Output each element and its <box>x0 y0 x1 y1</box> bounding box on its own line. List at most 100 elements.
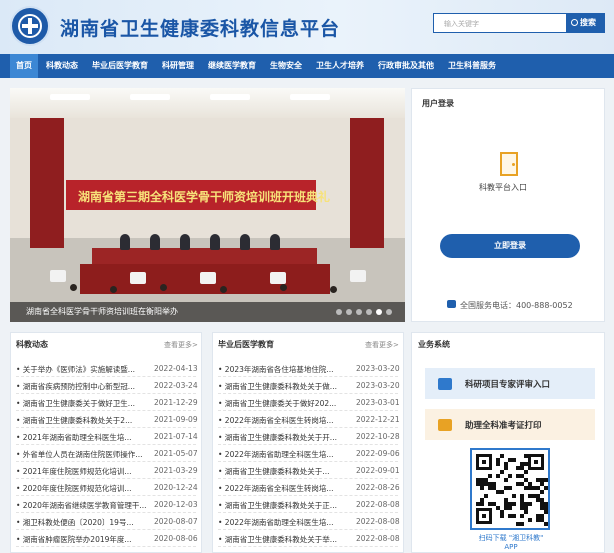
site-logo[interactable] <box>10 6 50 46</box>
portal-label[interactable]: 科教平台入口 <box>479 182 527 193</box>
list-item-date: 2022-09-01 <box>356 466 400 475</box>
list-item[interactable]: • 2021年度住院医师规范化培训... 2021-03-29 <box>16 462 198 479</box>
slide-person <box>120 234 130 250</box>
list-item[interactable]: • 湖南省卫生健康委科教处关于... 2022-09-01 <box>218 462 400 479</box>
list-item-title[interactable]: • 湖南省卫生健康委科教处关于做... <box>218 381 352 392</box>
nav-item-approval[interactable]: 行政审批及其他 <box>378 54 434 78</box>
search-input[interactable]: 输入关键字 <box>433 13 567 33</box>
qr-module <box>512 458 516 462</box>
list-item[interactable]: • 2023年湖南省各住培基地住院... 2023-03-20 <box>218 360 400 377</box>
qr-module <box>504 466 508 470</box>
slide-pillar <box>30 118 64 248</box>
list-item[interactable]: • 2022年湖南省助理全科医生培... 2022-09-06 <box>218 445 400 462</box>
list-item-date: 2022-04-13 <box>154 364 198 373</box>
list-item-title[interactable]: • 2022年湖南省助理全科医生培... <box>218 517 352 528</box>
list-item-title[interactable]: • 2021年度住院医师规范化培训... <box>16 466 150 477</box>
nav-item-news[interactable]: 科教动态 <box>46 54 78 78</box>
nav-item-continuing-education[interactable]: 继续医学教育 <box>208 54 256 78</box>
nav-item-home[interactable]: 首页 <box>10 54 38 78</box>
list-item-date: 2023-03-01 <box>356 398 400 407</box>
list-item-title[interactable]: • 湘卫科教处便函〔2020〕19号... <box>16 517 150 528</box>
list-item-title[interactable]: • 湖南省肿瘤医院举办2019年度... <box>16 534 150 545</box>
list-item-title[interactable]: • 湖南省卫生健康委关于做好卫生... <box>16 398 150 409</box>
list-item-title[interactable]: • 2022年湖南省全科医生转岗培... <box>218 483 352 494</box>
list-item[interactable]: • 湖南省卫生健康委科教处关于正... 2022-08-08 <box>218 496 400 513</box>
qr-module <box>508 474 512 478</box>
slider-dot[interactable] <box>386 309 392 315</box>
list-item[interactable]: • 湖南省卫生健康委科教处关于开... 2022-10-28 <box>218 428 400 445</box>
list-item[interactable]: • 2020年湖南省继续医学教育管理干... 2020-12-03 <box>16 496 198 513</box>
list-item[interactable]: • 湖南省卫生健康委关于做好202... 2023-03-01 <box>218 394 400 411</box>
nav-item-biosafety[interactable]: 生物安全 <box>270 54 302 78</box>
list-item[interactable]: • 外省单位人员在湖南住院医师操作... 2021-05-07 <box>16 445 198 462</box>
nav-item-research[interactable]: 科研管理 <box>162 54 194 78</box>
qr-module <box>528 502 532 506</box>
nav-item-grad-education[interactable]: 毕业后医学教育 <box>92 54 148 78</box>
list-item[interactable]: • 2020年度住院医师规范化培训... 2020-12-24 <box>16 479 198 496</box>
list-item-date: 2023-03-20 <box>356 381 400 390</box>
qr-module <box>480 502 484 506</box>
list-item[interactable]: • 湖南省卫生健康委科教处关于举... 2022-08-08 <box>218 530 400 547</box>
list-item-title[interactable]: • 2022年湖南省助理全科医生培... <box>218 449 352 460</box>
list-item[interactable]: • 2022年湖南省助理全科医生培... 2022-08-08 <box>218 513 400 530</box>
list-item-title[interactable]: • 关于举办《医师法》实施解读暨... <box>16 364 150 375</box>
photo-slider[interactable]: 湖南省第三期全科医学骨干师资培训班开班典礼 湖南省全科医学骨干师资培训班在衡阳举… <box>10 88 405 322</box>
list-item[interactable]: • 2021年湖南省助理全科医生培... 2021-07-14 <box>16 428 198 445</box>
slider-dot-active[interactable] <box>376 309 382 315</box>
search-button[interactable]: 搜索 <box>567 13 605 33</box>
list-item-date: 2020-12-24 <box>154 483 198 492</box>
qr-module <box>512 494 516 498</box>
nav-item-science-popularization[interactable]: 卫生科普服务 <box>448 54 496 78</box>
list-item-title[interactable]: • 2020年度住院医师规范化培训... <box>16 483 150 494</box>
list-item[interactable]: • 2022年湖南省全科医生转岗培... 2022-08-26 <box>218 479 400 496</box>
slider-dot[interactable] <box>366 309 372 315</box>
slide-audience <box>330 286 337 293</box>
list-item-title[interactable]: • 湖南省卫生健康委科教处关于举... <box>218 534 352 545</box>
qr-module <box>524 470 528 474</box>
slide-audience <box>280 284 287 291</box>
list-item[interactable]: • 湖南省卫生健康委科教处关于2... 2021-09-09 <box>16 411 198 428</box>
list-item-title[interactable]: • 湖南省卫生健康委科教处关于... <box>218 466 352 477</box>
news-more-link[interactable]: 查看更多> <box>164 340 198 350</box>
qr-module <box>500 514 504 518</box>
list-item[interactable]: • 湖南省肿瘤医院举办2019年度... 2020-08-06 <box>16 530 198 547</box>
list-item[interactable]: • 湖南省卫生健康委关于做好卫生... 2021-12-29 <box>16 394 198 411</box>
slider-dot[interactable] <box>346 309 352 315</box>
qr-module <box>500 490 504 494</box>
list-item[interactable]: • 2022年湖南省全科医生转岗培... 2022-12-21 <box>218 411 400 428</box>
list-item-title[interactable]: • 2021年湖南省助理全科医生培... <box>16 432 150 443</box>
expert-review-button[interactable]: 科研项目专家评审入口 <box>425 368 595 399</box>
slide-person <box>210 234 220 250</box>
list-item[interactable]: • 关于举办《医师法》实施解读暨... 2022-04-13 <box>16 360 198 377</box>
slider-dot[interactable] <box>336 309 342 315</box>
login-button[interactable]: 立即登录 <box>440 234 580 258</box>
nav-item-talent[interactable]: 卫生人才培养 <box>316 54 364 78</box>
list-item-date: 2023-03-20 <box>356 364 400 373</box>
expert-review-label: 科研项目专家评审入口 <box>465 380 551 390</box>
list-item-title[interactable]: • 湖南省卫生健康委科教处关于正... <box>218 500 352 511</box>
list-item-date: 2021-03-29 <box>154 466 198 475</box>
list-item-date: 2022-10-28 <box>356 432 400 441</box>
list-item-title[interactable]: • 2023年湖南省各住培基地住院... <box>218 364 352 375</box>
list-item-title[interactable]: • 2020年湖南省继续医学教育管理干... <box>16 500 150 511</box>
list-item-title[interactable]: • 2022年湖南省全科医生转岗培... <box>218 415 352 426</box>
list-item-date: 2022-08-08 <box>356 517 400 526</box>
door-knob <box>512 163 515 166</box>
list-item-title[interactable]: • 湖南省卫生健康委关于做好202... <box>218 398 352 409</box>
admission-ticket-button[interactable]: 助理全科准考证打印 <box>425 409 595 440</box>
business-card-title: 业务系统 <box>418 340 450 349</box>
list-item-title[interactable]: • 湖南省卫生健康委科教处关于2... <box>16 415 150 426</box>
list-item-title[interactable]: • 外省单位人员在湖南住院医师操作... <box>16 449 150 460</box>
list-item-date: 2020-12-03 <box>154 500 198 509</box>
slide-caption[interactable]: 湖南省全科医学骨干师资培训班在衡阳举办 <box>26 306 178 317</box>
slide-photo-ceiling <box>10 88 405 118</box>
list-item[interactable]: • 湘卫科教处便函〔2020〕19号... 2020-08-07 <box>16 513 198 530</box>
grad-education-more-link[interactable]: 查看更多> <box>365 340 399 350</box>
list-item-title[interactable]: • 湖南省疾病预防控制中心新型冠... <box>16 381 150 392</box>
qr-module <box>528 518 532 522</box>
list-item[interactable]: • 湖南省疾病预防控制中心新型冠... 2022-03-24 <box>16 377 198 394</box>
list-item[interactable]: • 湖南省卫生健康委科教处关于做... 2023-03-20 <box>218 377 400 394</box>
list-item-date: 2021-05-07 <box>154 449 198 458</box>
list-item-title[interactable]: • 湖南省卫生健康委科教处关于开... <box>218 432 352 443</box>
slider-dot[interactable] <box>356 309 362 315</box>
